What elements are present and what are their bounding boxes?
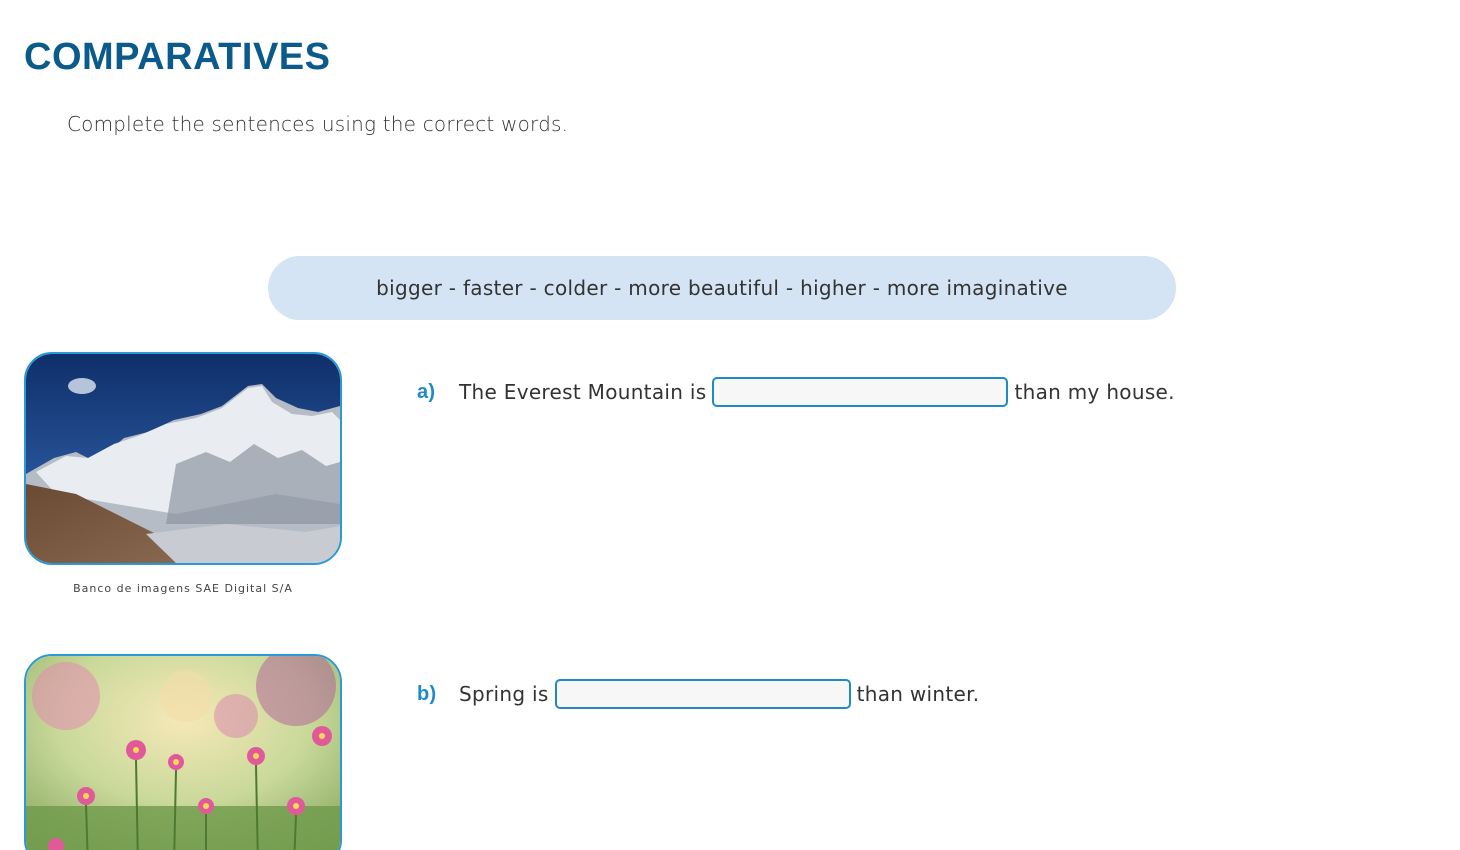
question-b: b) Spring is than winter. bbox=[417, 676, 979, 712]
answer-input-b[interactable] bbox=[554, 679, 851, 709]
question-letter: b) bbox=[417, 682, 437, 705]
everest-mountain-image bbox=[24, 352, 342, 565]
worksheet-page: COMPARATIVES Complete the sentences usin… bbox=[0, 0, 1460, 850]
question-text-before: The Everest Mountain is bbox=[459, 380, 707, 404]
page-title: COMPARATIVES bbox=[24, 36, 331, 78]
word-bank-text: bigger - faster - colder - more beautifu… bbox=[376, 276, 1068, 300]
mountain-illustration bbox=[26, 354, 340, 563]
image-credit: Banco de imagens SAE Digital S/A bbox=[73, 582, 293, 595]
question-text-after: than winter. bbox=[856, 682, 980, 706]
question-text-after: than my house. bbox=[1014, 380, 1175, 404]
word-bank: bigger - faster - colder - more beautifu… bbox=[268, 256, 1176, 320]
answer-input-a[interactable] bbox=[712, 377, 1009, 407]
question-text-before: Spring is bbox=[459, 682, 549, 706]
spring-flowers-image bbox=[24, 654, 342, 850]
instructions-text: Complete the sentences using the correct… bbox=[67, 112, 569, 136]
flowers-illustration bbox=[26, 656, 340, 850]
question-a: a) The Everest Mountain is than my house… bbox=[417, 374, 1175, 410]
question-letter: a) bbox=[417, 380, 436, 403]
